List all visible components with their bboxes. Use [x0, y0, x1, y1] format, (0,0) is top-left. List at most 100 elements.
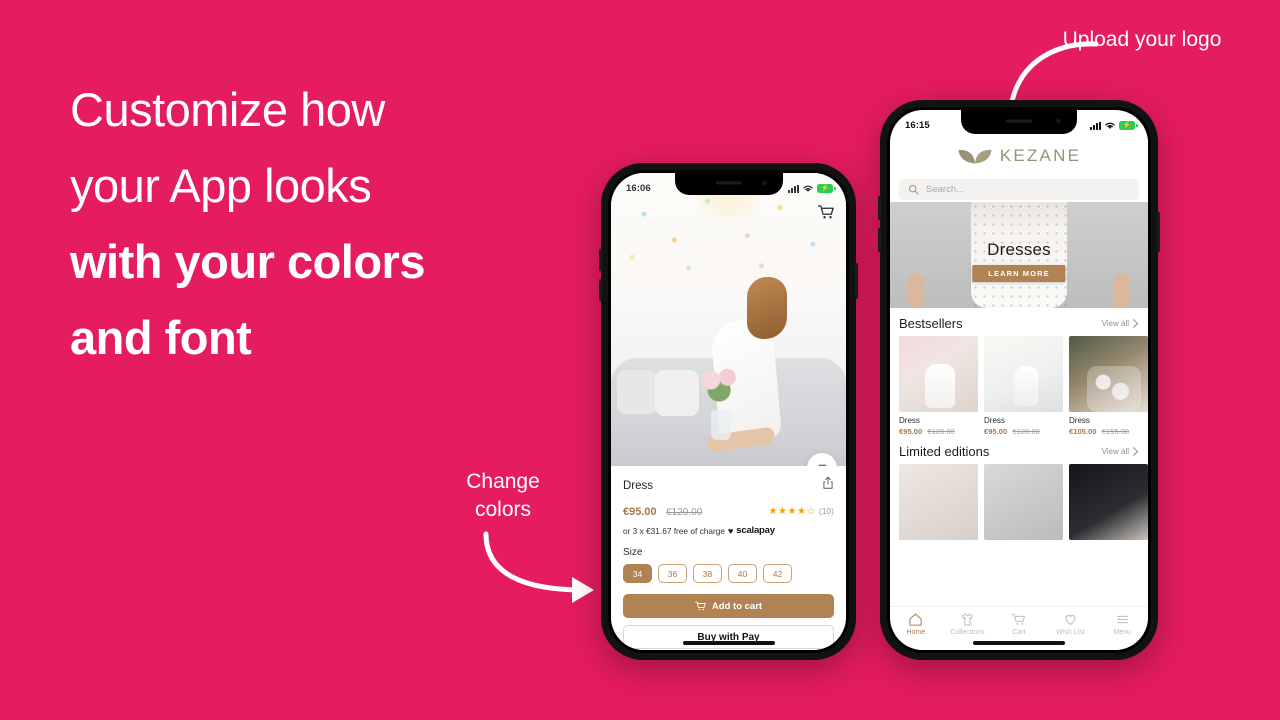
flower-vase — [711, 410, 731, 440]
view-all-label: View all — [1101, 319, 1129, 328]
model-arm-right — [1114, 274, 1130, 308]
battery-charging-icon: ⚡ — [817, 184, 836, 193]
price-current: €95.00 — [899, 427, 923, 436]
product-card[interactable] — [899, 464, 978, 540]
notch — [961, 110, 1077, 134]
earpiece-speaker-icon — [715, 181, 742, 185]
price-current: €95.00 — [623, 506, 657, 518]
product-hero-image — [611, 173, 846, 466]
price-row: €95.00 €120.00 ★ ★ ★ ★ ☆ (10) — [623, 502, 834, 520]
tshirt-icon — [961, 613, 973, 626]
callout-change-colors: Change colors — [466, 470, 540, 521]
search-bar[interactable]: Search... — [890, 176, 1148, 202]
front-camera-icon — [1056, 118, 1061, 124]
cart-icon — [694, 601, 706, 611]
tab-menu[interactable]: Menu — [1096, 612, 1148, 636]
product-image — [1069, 464, 1148, 540]
rating-group[interactable]: ★ ★ ★ ★ ☆ (10) — [769, 506, 834, 517]
earpiece-speaker-icon — [1006, 119, 1032, 123]
product-price: €105.00 €155.00 — [1069, 427, 1148, 436]
home-content-scroll[interactable]: Bestsellers View all Dress €95.00 €120.0… — [890, 308, 1148, 606]
headline-line-1: Customize how — [70, 83, 385, 136]
volume-up-button[interactable] — [878, 196, 881, 220]
installments-text: or 3 x €31.67 free of charge — [623, 525, 725, 536]
product-image — [984, 464, 1063, 540]
product-image — [899, 336, 978, 412]
price-original: €120.00 — [666, 507, 703, 518]
home-indicator — [973, 641, 1065, 645]
product-card[interactable]: Dress €105.00 €155.00 — [1069, 336, 1148, 436]
product-card[interactable] — [984, 464, 1063, 540]
power-button[interactable] — [855, 263, 858, 299]
wifi-icon — [1105, 122, 1115, 129]
search-icon — [909, 184, 919, 194]
volume-up-button[interactable] — [599, 249, 602, 271]
product-image — [1069, 336, 1148, 412]
headline-line-3: with your colors — [70, 235, 426, 288]
price-original: €120.00 — [927, 427, 955, 436]
headline-line-4: and font — [70, 311, 252, 364]
product-title: Dress — [623, 479, 654, 492]
size-option-42[interactable]: 42 — [763, 564, 792, 583]
heart-icon — [817, 464, 827, 466]
status-icons: ⚡ — [788, 184, 836, 193]
tab-collections[interactable]: Collections — [942, 612, 994, 636]
size-selector[interactable]: 34 36 38 40 42 — [623, 564, 834, 583]
leaf-logo-icon — [958, 149, 992, 164]
heart-small-icon: ♥ — [727, 525, 734, 536]
size-option-34[interactable]: 34 — [623, 564, 652, 583]
add-to-cart-label: Add to cart — [711, 600, 763, 612]
share-button[interactable] — [822, 476, 834, 495]
phone-screen: 16:06 ⚡ Dress €95.00 €120.00 ★ ★ ★ ★ ☆ (… — [611, 173, 846, 650]
home-icon — [909, 613, 922, 626]
product-row-limited-editions — [890, 464, 1148, 540]
status-clock: 16:06 — [626, 183, 651, 194]
phone-bezel: 16:06 ⚡ Dress €95.00 €120.00 ★ ★ ★ ★ ☆ (… — [608, 170, 849, 653]
model-arm-left — [908, 274, 924, 308]
flower-bouquet — [697, 368, 743, 414]
product-card[interactable]: Dress €95.00 €120.00 — [899, 336, 978, 436]
learn-more-button[interactable]: LEARN MORE — [972, 265, 1066, 282]
product-title-row: Dress — [623, 476, 834, 495]
hero-banner[interactable]: Dresses LEARN MORE — [890, 202, 1148, 308]
tab-home[interactable]: Home — [890, 612, 942, 636]
section-title: Limited editions — [899, 444, 990, 459]
volume-down-button[interactable] — [878, 228, 881, 252]
product-price: €95.00 €120.00 — [899, 427, 978, 436]
price-group: €95.00 €120.00 — [623, 502, 702, 520]
tab-label: Menu — [1113, 629, 1131, 636]
tab-label: Home — [906, 629, 926, 636]
hamburger-icon — [1116, 615, 1128, 624]
wifi-icon — [803, 185, 813, 192]
cellular-signal-icon — [788, 184, 799, 193]
size-option-40[interactable]: 40 — [728, 564, 757, 583]
view-all-button[interactable]: View all — [1102, 447, 1139, 456]
price-current: €105.00 — [1069, 427, 1097, 436]
phone-screen: 16:15 ⚡ KEZANE Search... Dresses LEARN M… — [890, 110, 1148, 650]
tab-wish-list[interactable]: Wish List — [1045, 612, 1097, 636]
share-icon — [823, 476, 833, 489]
notch — [674, 173, 783, 195]
size-option-38[interactable]: 38 — [693, 564, 722, 583]
tab-cart[interactable]: Cart — [993, 612, 1045, 636]
search-input[interactable]: Search... — [899, 178, 1139, 200]
product-card[interactable]: Dress €95.00 €120.00 — [984, 336, 1063, 436]
star-filled-4: ★ — [796, 505, 806, 517]
status-clock: 16:15 — [905, 120, 930, 131]
product-details-panel: Dress €95.00 €120.00 ★ ★ ★ ★ ☆ (10) or 3… — [611, 466, 846, 650]
product-card[interactable] — [1069, 464, 1148, 540]
add-to-cart-button[interactable]: Add to cart — [623, 594, 834, 618]
power-button[interactable] — [1157, 212, 1160, 252]
size-option-36[interactable]: 36 — [658, 564, 687, 583]
cart-button[interactable] — [817, 203, 835, 226]
app-header: KEZANE — [890, 136, 1148, 176]
home-indicator — [682, 641, 775, 645]
phone-bezel: 16:15 ⚡ KEZANE Search... Dresses LEARN M… — [887, 107, 1151, 653]
product-price: €95.00 €120.00 — [984, 427, 1063, 436]
phone-mockup-home: 16:15 ⚡ KEZANE Search... Dresses LEARN M… — [878, 100, 1160, 660]
apple-pay-button[interactable]: Buy with Pay — [623, 625, 834, 649]
view-all-button[interactable]: View all — [1102, 319, 1139, 328]
chevron-right-icon — [1133, 319, 1139, 328]
volume-down-button[interactable] — [599, 279, 602, 301]
model-hair — [747, 277, 787, 339]
